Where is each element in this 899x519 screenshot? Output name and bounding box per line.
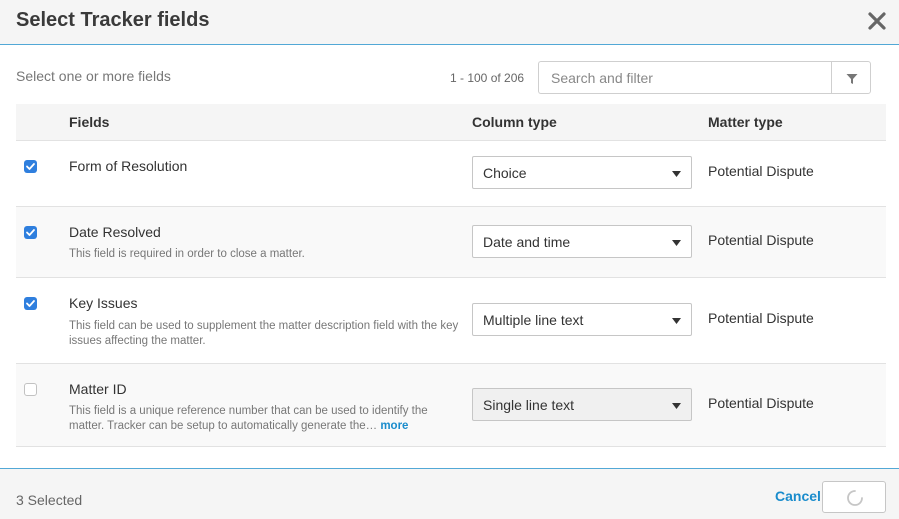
- column-type-value: Multiple line text: [483, 312, 584, 328]
- field-description-text: This field is a unique reference number …: [69, 405, 428, 432]
- dialog-title: Select Tracker fields: [16, 9, 210, 31]
- field-description: This field is required in order to close…: [69, 248, 305, 260]
- more-link[interactable]: more: [380, 420, 408, 432]
- column-type-value: Choice: [483, 165, 527, 181]
- close-icon: [868, 12, 886, 30]
- column-type-select[interactable]: Choice: [472, 156, 692, 189]
- field-name: Key Issues: [69, 295, 138, 311]
- row-checkbox[interactable]: [24, 383, 37, 396]
- matter-type: Potential Dispute: [708, 163, 814, 179]
- cancel-button[interactable]: Cancel: [775, 488, 821, 504]
- matter-type: Potential Dispute: [708, 232, 814, 248]
- column-type-select[interactable]: Single line text: [472, 388, 692, 421]
- field-description: This field can be used to supplement the…: [69, 320, 459, 347]
- header-fields: Fields: [69, 114, 110, 130]
- selected-count: 3 Selected: [16, 492, 83, 508]
- select-tracker-fields-dialog: Select Tracker fields Select one or more…: [0, 0, 899, 519]
- chevron-down-icon: [672, 240, 681, 246]
- confirm-button[interactable]: [822, 481, 886, 513]
- column-type-value: Date and time: [483, 234, 571, 250]
- header-matter-type: Matter type: [708, 114, 783, 130]
- fields-table: Fields Column type Matter type Form of R…: [16, 104, 886, 447]
- table-row: Form of Resolution Choice Potential Disp…: [16, 141, 886, 207]
- header-column-type: Column type: [472, 114, 557, 130]
- row-checkbox[interactable]: [24, 226, 37, 239]
- field-name: Date Resolved: [69, 224, 161, 240]
- table-row: Matter ID This field is a unique referen…: [16, 364, 886, 447]
- search-input[interactable]: [538, 61, 832, 94]
- selection-hint: Select one or more fields: [16, 68, 171, 84]
- chevron-down-icon: [672, 171, 681, 177]
- table-row: Date Resolved This field is required in …: [16, 207, 886, 278]
- dialog-footer: 3 Selected Cancel: [0, 468, 899, 519]
- column-type-select[interactable]: Date and time: [472, 225, 692, 258]
- close-button[interactable]: [865, 9, 889, 33]
- matter-type: Potential Dispute: [708, 310, 814, 326]
- matter-type: Potential Dispute: [708, 395, 814, 411]
- checkmark-icon: [26, 300, 35, 307]
- field-name: Matter ID: [69, 381, 127, 397]
- field-name: Form of Resolution: [69, 158, 188, 174]
- filter-button[interactable]: [831, 61, 871, 94]
- chevron-down-icon: [672, 318, 681, 324]
- field-description: This field is a unique reference number …: [69, 404, 459, 434]
- chevron-down-icon: [672, 403, 681, 409]
- dialog-header: Select Tracker fields: [0, 0, 899, 45]
- spinner-icon: [847, 490, 863, 506]
- row-checkbox[interactable]: [24, 297, 37, 310]
- column-type-value: Single line text: [483, 397, 575, 413]
- row-checkbox[interactable]: [24, 160, 37, 173]
- checkmark-icon: [26, 163, 35, 170]
- checkmark-icon: [26, 229, 35, 236]
- table-row: Key Issues This field can be used to sup…: [16, 278, 886, 364]
- column-type-select[interactable]: Multiple line text: [472, 303, 692, 336]
- pagination-range: 1 - 100 of 206: [450, 71, 525, 85]
- filter-icon: [846, 74, 858, 84]
- table-header: Fields Column type Matter type: [16, 104, 886, 141]
